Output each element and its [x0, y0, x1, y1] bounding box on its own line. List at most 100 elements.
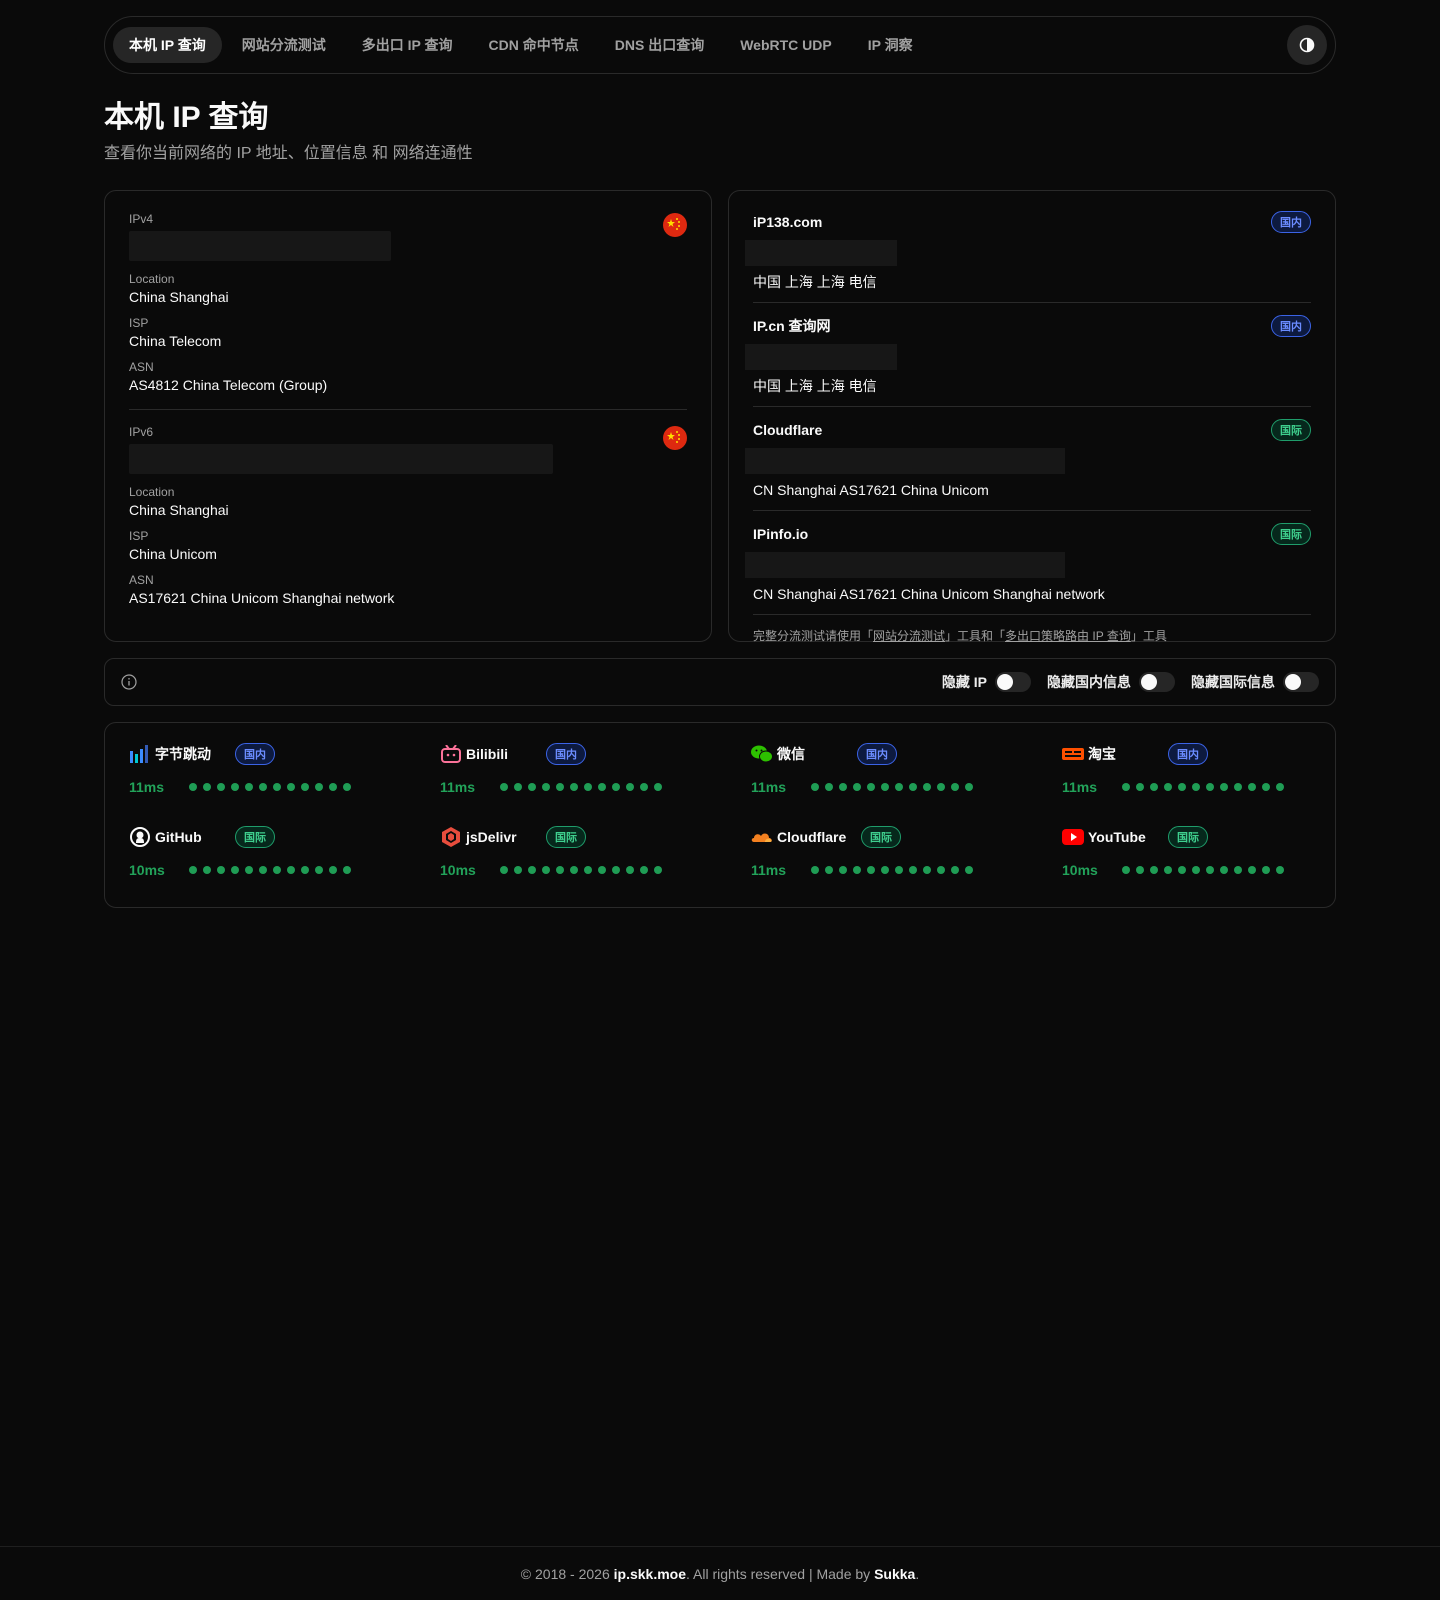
- international-badge: 国际: [235, 826, 275, 848]
- international-badge: 国际: [1168, 826, 1208, 848]
- latency-history: [189, 783, 351, 791]
- site-youtube: YouTube 国际 10ms: [1062, 826, 1342, 886]
- provider-location: 中国 上海 上海 电信: [753, 274, 877, 290]
- provider-location: 中国 上海 上海 电信: [753, 378, 877, 394]
- provider-name: Cloudflare: [753, 422, 823, 438]
- provider-results-card: iP138.com 国内 中国 上海 上海 电信 IP.cn 查询网 国内 中国…: [728, 190, 1336, 643]
- tab-multi-exit[interactable]: 多出口 IP 查询: [346, 27, 469, 63]
- ipv4-block: IPv4 Location China Shanghai ISP China T…: [129, 211, 687, 395]
- latency-value: 11ms: [440, 779, 476, 795]
- latency-value: 10ms: [440, 862, 476, 878]
- ipv4-address-hidden[interactable]: [129, 231, 391, 261]
- latency-history: [500, 783, 662, 791]
- site-bilibili: Bilibili 国内 11ms: [440, 743, 751, 803]
- bytedance-icon: [129, 743, 151, 765]
- ipv6-asn: AS17621 China Unicom Shanghai network: [129, 590, 395, 606]
- site-name: Bilibili: [466, 746, 508, 762]
- latency-value: 10ms: [129, 862, 165, 878]
- latency-value: 11ms: [751, 779, 787, 795]
- provider-ip-hidden[interactable]: [745, 240, 897, 266]
- ipv4-asn: AS4812 China Telecom (Group): [129, 377, 328, 393]
- hide-intl-toggle[interactable]: 隐藏国际信息: [1191, 672, 1319, 692]
- ipv6-block: IPv6 Location China Shanghai ISP China U…: [129, 409, 687, 608]
- domestic-badge: 国内: [857, 743, 897, 765]
- footer-site-link[interactable]: ip.skk.moe: [614, 1566, 686, 1582]
- youtube-icon: [1062, 826, 1084, 848]
- site-jsdelivr: jsDelivr 国际 10ms: [440, 826, 751, 886]
- footer-period: .: [915, 1565, 920, 1582]
- tab-ip-insight[interactable]: IP 洞察: [852, 27, 929, 63]
- ipv4-isp-label: ISP: [129, 316, 149, 330]
- provider-name: IPinfo.io: [753, 526, 809, 542]
- provider-location: CN Shanghai AS17621 China Unicom Shangha…: [753, 586, 1105, 602]
- taobao-icon: [1062, 743, 1084, 765]
- contrast-icon: [1299, 37, 1315, 53]
- international-badge: 国际: [861, 826, 901, 848]
- china-flag-icon: [663, 213, 687, 237]
- provider-ip-hidden[interactable]: [745, 448, 1065, 474]
- info-icon[interactable]: [121, 674, 137, 690]
- ipv6-location: China Shanghai: [129, 502, 229, 518]
- ipv6-isp-label: ISP: [129, 529, 149, 543]
- provider-ip-hidden[interactable]: [745, 552, 1065, 578]
- hide-intl-label: 隐藏国际信息: [1191, 674, 1275, 690]
- ipv4-isp: China Telecom: [129, 333, 222, 349]
- hide-domestic-label: 隐藏国内信息: [1047, 674, 1131, 690]
- hide-ip-label: 隐藏 IP: [941, 674, 987, 690]
- ipv6-isp: China Unicom: [129, 546, 217, 562]
- latency-value: 11ms: [751, 862, 787, 878]
- site-name: GitHub: [155, 829, 202, 845]
- top-nav: 本机 IP 查询 网站分流测试 多出口 IP 查询 CDN 命中节点 DNS 出…: [104, 16, 1336, 74]
- note-text: 」工具和「: [945, 629, 1006, 643]
- latency-history: [811, 783, 973, 791]
- page-footer: © 2018 - 2026 ip.skk.moe. All rights res…: [0, 1546, 1440, 1600]
- latency-value: 10ms: [1062, 862, 1098, 878]
- theme-toggle-button[interactable]: [1287, 25, 1327, 65]
- domestic-badge: 国内: [235, 743, 275, 765]
- site-bytedance: 字节跳动 国内 11ms: [129, 743, 440, 803]
- privacy-toolbar: 隐藏 IP 隐藏国内信息 隐藏国际信息: [104, 658, 1336, 706]
- hide-ip-switch[interactable]: [995, 672, 1031, 692]
- international-badge: 国际: [1271, 523, 1311, 545]
- ipv6-label: IPv6: [129, 425, 154, 439]
- footer-copyright: © 2018 - 2026: [520, 1565, 610, 1582]
- ipv4-asn-label: ASN: [129, 360, 154, 374]
- cloudflare-icon: [751, 826, 773, 848]
- hide-ip-toggle[interactable]: 隐藏 IP: [942, 672, 1031, 692]
- hide-domestic-switch[interactable]: [1139, 672, 1175, 692]
- latency-history: [1122, 866, 1284, 874]
- page-title: 本机 IP 查询: [104, 101, 269, 134]
- site-taobao: 淘宝 国内 11ms: [1062, 743, 1342, 803]
- tab-cdn-node[interactable]: CDN 命中节点: [473, 27, 595, 63]
- ipv6-location-label: Location: [129, 485, 175, 499]
- hide-intl-switch[interactable]: [1283, 672, 1319, 692]
- hide-domestic-toggle[interactable]: 隐藏国内信息: [1047, 672, 1175, 692]
- site-cloudflare: Cloudflare 国际 11ms: [751, 826, 1062, 886]
- international-badge: 国际: [1271, 419, 1311, 441]
- github-icon: [129, 826, 151, 848]
- page-container: 本机 IP 查询 网站分流测试 多出口 IP 查询 CDN 命中节点 DNS 出…: [104, 16, 1336, 908]
- tab-dns-exit[interactable]: DNS 出口查询: [599, 27, 720, 63]
- latency-value: 11ms: [129, 779, 165, 795]
- page-subtitle: 查看你当前网络的 IP 地址、位置信息 和 网络连通性: [104, 145, 473, 162]
- international-badge: 国际: [546, 826, 586, 848]
- tab-webrtc[interactable]: WebRTC UDP: [724, 27, 848, 63]
- provider-ip-hidden[interactable]: [745, 344, 897, 370]
- multi-exit-link[interactable]: 多出口策略路由 IP 查询: [1005, 629, 1131, 643]
- domestic-badge: 国内: [546, 743, 586, 765]
- local-ip-card: IPv4 Location China Shanghai ISP China T…: [104, 190, 712, 642]
- latency-history: [811, 866, 973, 874]
- split-test-link[interactable]: 网站分流测试: [873, 629, 945, 643]
- tab-split-test[interactable]: 网站分流测试: [226, 27, 342, 63]
- footer-author-link[interactable]: Sukka: [874, 1566, 915, 1582]
- connectivity-card: 字节跳动 国内 11ms Bilibili 国内 11ms 微信 国内 11ms…: [104, 722, 1336, 908]
- latency-history: [1122, 783, 1284, 791]
- ipv6-address-hidden[interactable]: [129, 444, 553, 474]
- latency-value: 11ms: [1062, 779, 1098, 795]
- site-name: jsDelivr: [466, 829, 517, 845]
- latency-history: [189, 866, 351, 874]
- jsdelivr-icon: [440, 826, 462, 848]
- tab-local-ip[interactable]: 本机 IP 查询: [113, 27, 222, 63]
- site-github: GitHub 国际 10ms: [129, 826, 440, 886]
- china-flag-icon: [663, 426, 687, 450]
